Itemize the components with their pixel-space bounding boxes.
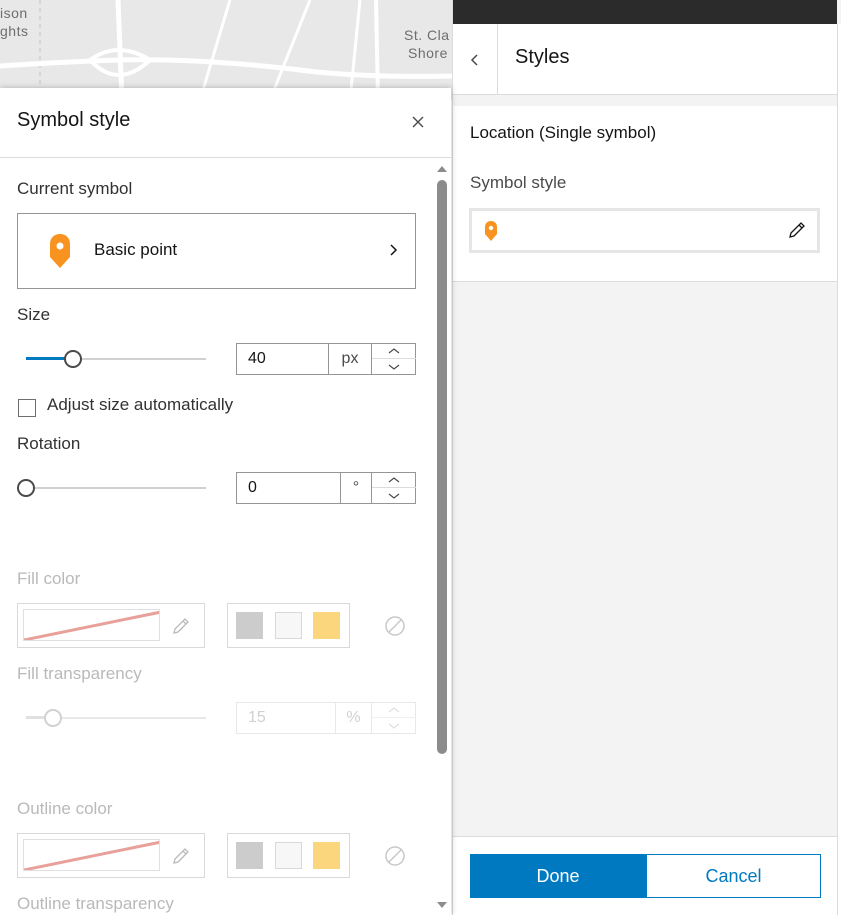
no-color-swatch [23,609,160,641]
chevron-left-icon [470,53,478,66]
fill-transparency-stepper[interactable] [371,703,416,733]
chevron-down-icon [388,723,400,729]
map-pin-icon [485,221,497,241]
no-color-icon[interactable] [383,614,407,638]
close-icon [412,116,424,128]
map-label: ghts [0,23,29,39]
size-stepper[interactable] [371,344,416,374]
page-title: Styles [515,46,570,68]
scrollbar-thumb[interactable] [437,180,447,754]
fill-transparency-value[interactable]: 15 [248,709,266,727]
rotation-slider[interactable] [17,478,206,498]
chevron-right-icon [390,244,398,256]
map-label: Shore [408,45,448,61]
map-roads [0,0,460,100]
fill-color-well[interactable] [17,603,205,648]
size-unit: px [328,344,371,374]
increment-button[interactable] [372,703,416,718]
fill-transparency-label: Fill transparency [17,664,142,683]
symbol-style-header: Symbol style [0,88,451,158]
current-symbol-label: Current symbol [17,179,133,198]
slider-thumb[interactable] [63,350,82,368]
close-button[interactable] [405,109,431,135]
slider-thumb[interactable] [17,479,35,497]
decrement-button[interactable] [372,488,416,503]
slider-thumb[interactable] [44,709,62,727]
rotation-stepper[interactable] [371,473,416,503]
symbol-style-panel: Symbol style Current symbol Basic point … [0,88,451,915]
size-value[interactable]: 40 [248,350,266,368]
pencil-icon [173,848,189,864]
slider-track [26,487,206,489]
yellow-swatch[interactable] [313,842,340,869]
rotation-label: Rotation [17,434,81,453]
decrement-button[interactable] [372,359,416,374]
fill-transparency-input[interactable]: 15 % [236,702,416,734]
size-input[interactable]: 40 px [236,343,416,375]
scroll-down-icon[interactable] [435,900,449,910]
panel-footer: Done Cancel [453,836,837,915]
current-symbol-selector[interactable]: Basic point [17,213,416,289]
chevron-down-icon [388,364,400,370]
panel-title: Symbol style [17,109,131,131]
pencil-icon[interactable] [787,220,807,240]
panel-edge [837,24,841,915]
scroll-up-icon[interactable] [435,164,449,174]
decrement-button[interactable] [372,718,416,733]
fill-color-label: Fill color [17,569,81,588]
symbol-style-label: Symbol style [470,173,567,192]
styles-header: Styles [453,24,837,95]
size-label: Size [17,305,51,324]
fill-transparency-unit: % [335,703,371,733]
gray-swatch[interactable] [236,612,263,639]
outline-color-presets [227,833,350,878]
back-button[interactable] [453,24,498,95]
section-heading: Location (Single symbol) [470,123,657,142]
panel-top-bar [453,0,837,24]
map-label: ison [0,5,28,21]
rotation-input[interactable]: 0 ° [236,472,416,504]
styles-panel: Styles Location (Single symbol) Symbol s… [452,0,841,915]
symbol-name: Basic point [94,240,178,259]
gray-swatch[interactable] [236,842,263,869]
adjust-size-label[interactable]: Adjust size automatically [47,395,233,415]
chevron-down-icon [388,493,400,499]
yellow-swatch[interactable] [313,612,340,639]
chevron-up-icon [388,707,400,713]
done-button[interactable]: Done [470,854,646,898]
fill-color-presets [227,603,350,648]
rotation-value[interactable]: 0 [248,479,257,497]
location-card: Location (Single symbol) Symbol style [453,106,837,282]
rotation-unit: ° [340,473,371,503]
size-slider[interactable] [26,349,206,369]
increment-button[interactable] [372,473,416,488]
chevron-up-icon [388,477,400,483]
map-view[interactable]: ison ghts St. Cla Shore [0,0,460,100]
map-label: St. Cla [404,27,450,43]
white-swatch[interactable] [275,612,302,639]
no-color-icon[interactable] [383,844,407,868]
no-color-swatch [23,839,160,871]
pencil-icon [173,618,189,634]
outline-color-well[interactable] [17,833,205,878]
cancel-button[interactable]: Cancel [646,854,821,898]
outline-transparency-label: Outline transparency [17,894,174,913]
increment-button[interactable] [372,344,416,359]
symbol-style-field[interactable] [469,208,820,253]
panel-scrollbar[interactable] [433,160,451,915]
map-pin-icon [50,234,70,268]
outline-color-label: Outline color [17,799,113,818]
adjust-size-checkbox[interactable] [18,399,36,417]
chevron-up-icon [388,348,400,354]
fill-transparency-slider[interactable] [26,708,206,728]
white-swatch[interactable] [275,842,302,869]
